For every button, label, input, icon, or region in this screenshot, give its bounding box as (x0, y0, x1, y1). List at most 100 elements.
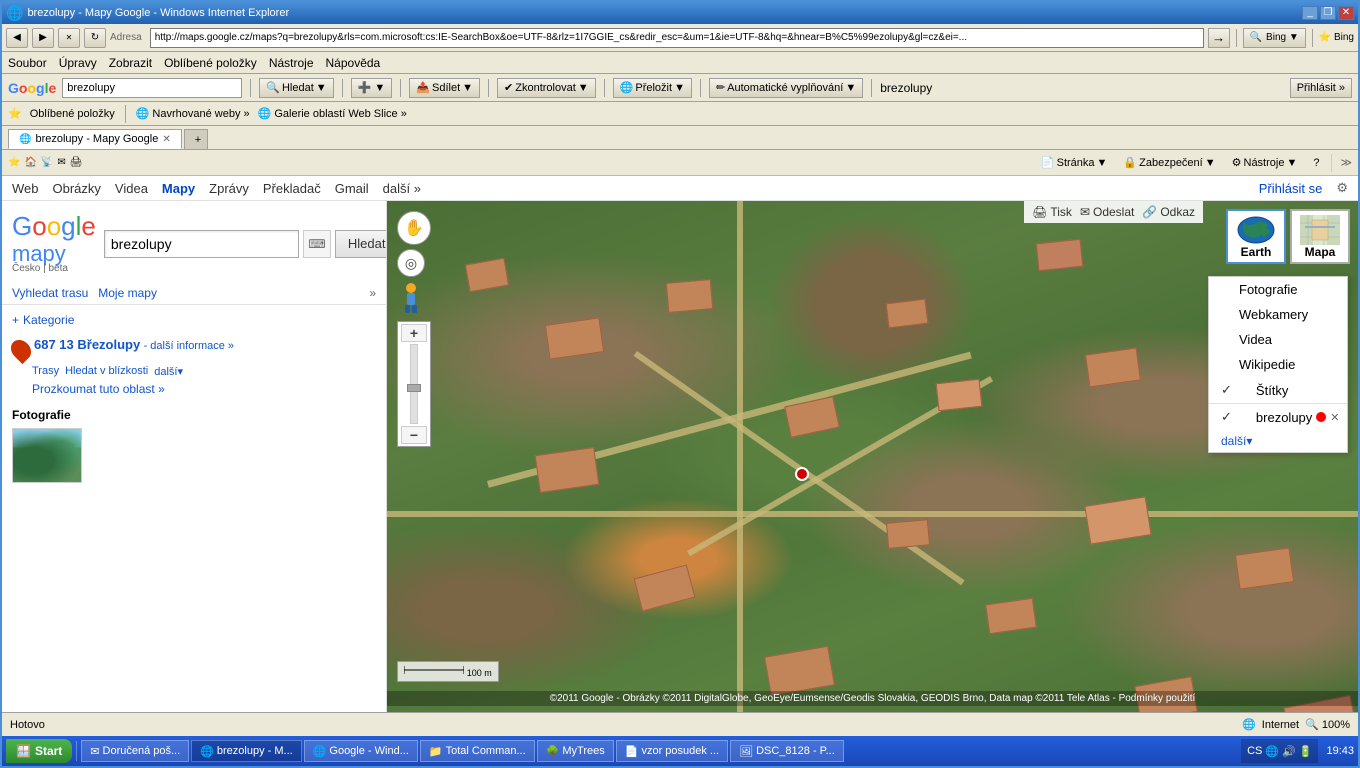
help-button[interactable]: ? (1309, 155, 1323, 171)
keyboard-icon[interactable]: ⌨ (303, 230, 331, 258)
dropdown-stitky[interactable]: Štítky (1209, 377, 1347, 403)
search-box: ⌨ Hledat (104, 230, 387, 258)
scale-text: 100 m (467, 668, 492, 678)
result-more-info[interactable]: - další informace » (144, 340, 234, 352)
autofill-button[interactable]: ✏ Automatické vyplňování ▼ (709, 78, 863, 98)
stop-button[interactable]: ✕ (58, 28, 80, 48)
nav-gmail[interactable]: Gmail (335, 181, 369, 196)
zoom-out-button[interactable]: − (401, 426, 427, 444)
prozkoumat-link[interactable]: Prozkoumat tuto oblast » (32, 382, 376, 396)
dropdown-brezolupy[interactable]: brezolupy ✕ (1209, 404, 1347, 430)
map-search-input[interactable] (104, 230, 299, 258)
menu-soubor[interactable]: Soubor (8, 56, 47, 70)
taskbar-item-0[interactable]: ✉ Doručená poš... (81, 740, 189, 762)
taskbar-item-3[interactable]: 📁 Total Comman... (420, 740, 535, 762)
zone-label: Internet (1262, 719, 1299, 731)
close-button[interactable]: ✕ (1338, 6, 1354, 20)
taskbar-item-5[interactable]: 📄 vzor posudek ... (616, 740, 728, 762)
kategorie-link[interactable]: + Kategorie (12, 313, 376, 327)
taskbar-item-4[interactable]: 🌳 MyTrees (537, 740, 614, 762)
map-controls: ✋ ◎ + (397, 211, 431, 447)
menu-napoveda[interactable]: Nápověda (326, 56, 381, 70)
navrhovane-item[interactable]: 🌐 Navrhované weby » (136, 107, 250, 120)
address-input[interactable] (150, 28, 1204, 48)
sdilet-button[interactable]: 📤 Sdílet ▼ (409, 78, 480, 98)
plus-button[interactable]: ➕ ▼ (351, 78, 393, 98)
nav-prekladac[interactable]: Překladač (263, 181, 321, 196)
nav-obrazky[interactable]: Obrázky (53, 181, 101, 196)
zabezpeceni-button[interactable]: 🔒 Zabezpečení ▼ (1119, 154, 1219, 171)
back-button[interactable]: ◀ (6, 28, 28, 48)
sep2 (342, 79, 343, 97)
tab-close-button[interactable]: ✕ (162, 134, 170, 145)
go-button[interactable]: → (1208, 28, 1230, 48)
dropdown-videa[interactable]: Videa (1209, 327, 1347, 352)
moje-mapy-link[interactable]: Moje mapy (98, 286, 157, 300)
result-dalsi[interactable]: další▾ (154, 365, 183, 378)
taskbar-item-6[interactable]: 🖼 DSC_8128 - P... (730, 740, 844, 762)
active-tab[interactable]: 🌐 brezolupy - Mapy Google ✕ (8, 129, 182, 149)
start-button[interactable]: 🪟 Start (6, 739, 72, 763)
vyhledat-trasu-link[interactable]: Vyhledat trasu (12, 286, 88, 300)
map-area[interactable]: 🖨 Tisk ✉ Odeslat 🔗 Odkaz (387, 201, 1358, 712)
taskbar-item-2[interactable]: 🌐 Google - Wind... (304, 740, 418, 762)
taskbar-icon-2: 🌐 (313, 745, 327, 758)
zoom-thumb[interactable] (407, 384, 421, 392)
refresh-button[interactable]: ↻ (84, 28, 106, 48)
dropdown-fotografie[interactable]: Fotografie (1209, 277, 1347, 302)
menu-oblibene[interactable]: Oblíbené položky (164, 56, 257, 70)
menu-zobrazit[interactable]: Zobrazit (109, 56, 152, 70)
forward-button[interactable]: ▶ (32, 28, 54, 48)
remove-layer-button[interactable]: ✕ (1330, 411, 1339, 424)
dropdown-wikipedie[interactable]: Wikipedie (1209, 352, 1347, 377)
pan-control[interactable]: ✋ (397, 211, 431, 245)
minimize-button[interactable]: _ (1302, 6, 1318, 20)
menu-upravy[interactable]: Úpravy (59, 56, 97, 70)
dropdown-webkamery[interactable]: Webkamery (1209, 302, 1347, 327)
ie-expand-icon[interactable]: ≫ (1340, 156, 1352, 169)
foto-thumbnail[interactable] (12, 428, 82, 483)
favorites-star: ⭐ (8, 107, 22, 120)
prelozit-button[interactable]: 🌐 Přeložit ▼ (613, 78, 692, 98)
nav-mapy[interactable]: Mapy (162, 181, 195, 196)
restore-button[interactable]: ❐ (1320, 6, 1336, 20)
search-addon-button[interactable]: 🔍 Bing ▼ (1243, 28, 1306, 48)
hledat-button[interactable]: 🔍 Hledat ▼ (259, 78, 333, 98)
zoom-in-button[interactable]: + (401, 324, 427, 342)
taskbar-item-1[interactable]: 🌐 brezolupy - M... (191, 740, 302, 762)
geolocation-button[interactable]: ◎ (397, 249, 425, 277)
window-controls[interactable]: _ ❐ ✕ (1302, 6, 1354, 20)
prihlasit-nav[interactable]: Přihlásit se (1259, 181, 1323, 196)
oblibene-item[interactable]: Oblíbené položky (30, 108, 115, 120)
zkontrolovat-button[interactable]: ✔ Zkontrolovat ▼ (497, 78, 596, 98)
prihlasit-button[interactable]: Přihlásit » (1290, 78, 1352, 98)
odeslat-button[interactable]: ✉ Odeslat (1080, 205, 1134, 219)
dropdown-dalsi[interactable]: další▾ (1209, 430, 1347, 452)
nastroje-button[interactable]: ⚙ Nástroje ▼ (1228, 154, 1302, 171)
bing-button[interactable]: ⭐ Bing (1319, 32, 1354, 43)
map-search-button[interactable]: Hledat (335, 230, 387, 258)
menu-nastroje[interactable]: Nástroje (269, 56, 314, 70)
earth-view-button[interactable]: Earth (1226, 209, 1286, 264)
google-toolbar-input[interactable] (62, 78, 242, 98)
lang-indicator[interactable]: CS (1247, 745, 1262, 757)
tisk-button[interactable]: 🖨 Tisk (1032, 205, 1072, 219)
nav-videa[interactable]: Videa (115, 181, 148, 196)
nav-dalsi[interactable]: další » (383, 181, 421, 196)
trasy-link[interactable]: Trasy (32, 365, 59, 378)
ie-home-icon: 🏠 (24, 157, 36, 168)
zoom-track[interactable] (410, 344, 418, 424)
new-tab[interactable]: + (184, 129, 208, 149)
map-view-button[interactable]: Mapa (1290, 209, 1350, 264)
google-maps-logo: Google mapy Česko | beta (12, 213, 96, 274)
result-title[interactable]: 687 13 Březolupy (34, 337, 140, 352)
hledat-v-bliskosti-link[interactable]: Hledat v blízkosti (65, 365, 148, 378)
pegman-control[interactable] (397, 281, 425, 317)
stranka-button[interactable]: 📄 Stránka ▼ (1037, 154, 1112, 171)
odkaz-button[interactable]: 🔗 Odkaz (1142, 205, 1195, 219)
galerie-item[interactable]: 🌐 Galerie oblastí Web Slice » (258, 107, 407, 120)
nav-web[interactable]: Web (12, 181, 39, 196)
nav-zpravy[interactable]: Zprávy (209, 181, 249, 196)
settings-icon[interactable]: ⚙ (1336, 180, 1348, 196)
collapse-arrow[interactable]: » (369, 286, 376, 300)
